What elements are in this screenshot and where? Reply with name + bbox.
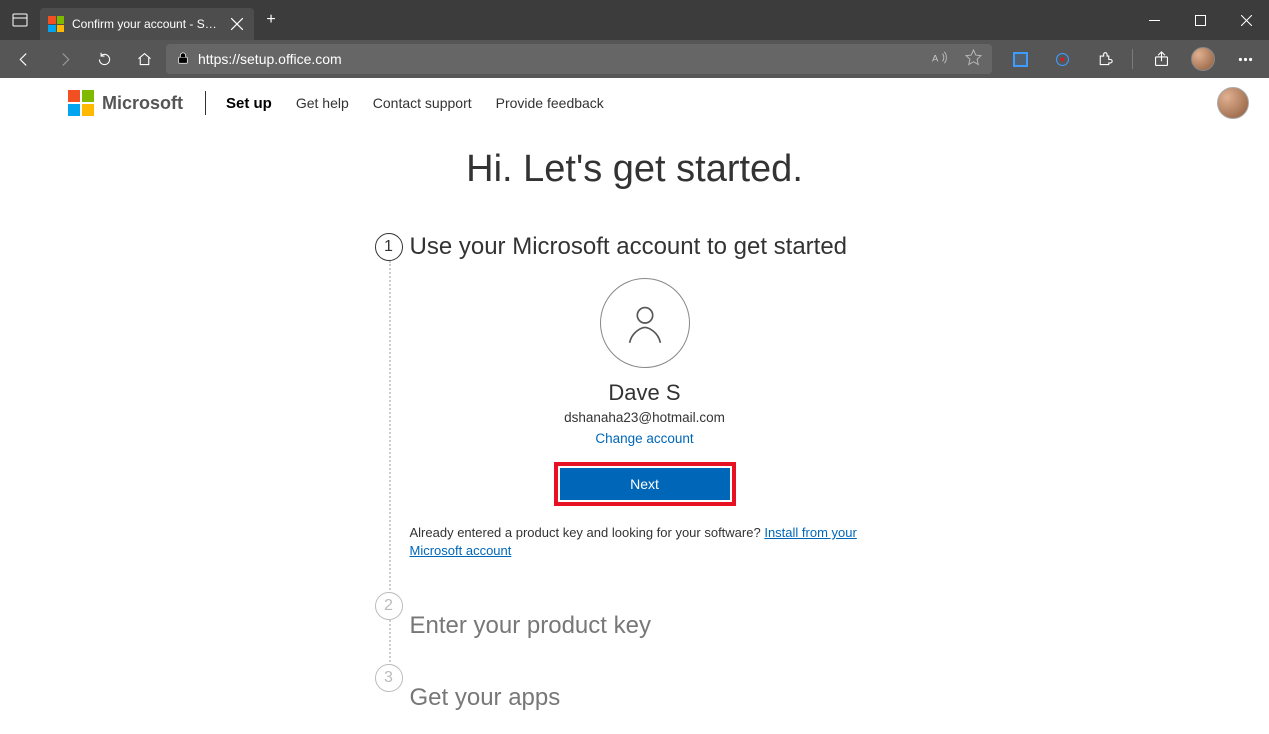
share-icon[interactable] [1143,43,1179,75]
nav-contact-support[interactable]: Contact support [373,95,472,112]
discover-icon[interactable] [1044,43,1080,75]
hint-text: Already entered a product key and lookin… [410,525,765,540]
window-minimize-button[interactable] [1131,0,1177,40]
account-avatar[interactable] [1217,87,1249,119]
step-1-number: 1 [375,233,403,261]
nav-get-help[interactable]: Get help [296,95,349,112]
user-name: Dave S [608,380,680,406]
back-button[interactable] [6,43,42,75]
product-key-hint: Already entered a product key and lookin… [410,524,880,560]
microsoft-favicon-icon [48,16,64,32]
next-button[interactable]: Next [560,468,730,500]
step-3-title: Get your apps [410,682,915,714]
microsoft-logo[interactable]: Microsoft [68,90,183,116]
new-tab-button[interactable]: + [254,11,288,29]
read-aloud-icon[interactable]: A [932,49,949,69]
refresh-button[interactable] [86,43,122,75]
user-avatar-icon [600,278,690,368]
step-2: 2 Enter your product key [375,590,915,662]
step-2-number: 2 [375,592,403,620]
nav-separator [205,91,206,115]
site-info-icon[interactable] [176,51,190,68]
page-title: Hi. Let's get started. [466,148,803,191]
svg-text:A: A [932,53,939,64]
menu-button[interactable] [1227,43,1263,75]
tab-actions-icon[interactable] [0,0,40,40]
tab-close-icon[interactable] [230,17,244,31]
nav-provide-feedback[interactable]: Provide feedback [496,95,604,112]
toolbar-divider [1132,49,1133,69]
screenshot-icon[interactable] [1002,43,1038,75]
window-maximize-button[interactable] [1177,0,1223,40]
next-button-highlight: Next [554,462,736,506]
microsoft-logo-text: Microsoft [102,93,183,114]
microsoft-logo-icon [68,90,94,116]
address-bar[interactable]: https://setup.office.com A [166,44,992,74]
window-close-button[interactable] [1223,0,1269,40]
step-2-title: Enter your product key [410,610,915,642]
extensions-icon[interactable] [1086,43,1122,75]
step-1: 1 Use your Microsoft account to get star… [375,231,915,590]
home-button[interactable] [126,43,162,75]
forward-button [46,43,82,75]
change-account-link[interactable]: Change account [595,431,693,446]
profile-button[interactable] [1185,43,1221,75]
page-header: Microsoft Set up Get help Contact suppor… [0,78,1269,128]
nav-setup[interactable]: Set up [226,95,272,112]
url-text: https://setup.office.com [198,51,342,67]
favorites-icon[interactable] [965,49,982,69]
browser-tab[interactable]: Confirm your account - Setup Of [40,8,254,40]
step-1-title: Use your Microsoft account to get starte… [410,231,915,263]
tab-title: Confirm your account - Setup Of [72,17,222,31]
step-3-number: 3 [375,664,403,692]
step-3: 3 Get your apps [375,662,915,734]
user-email: dshanaha23@hotmail.com [564,410,725,425]
